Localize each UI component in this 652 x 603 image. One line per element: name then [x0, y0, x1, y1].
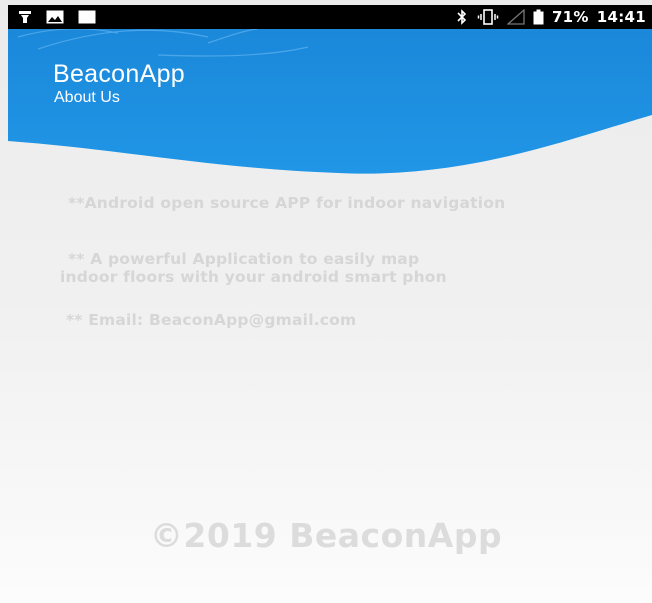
image-icon — [46, 10, 64, 24]
app-title: BeaconApp — [53, 60, 185, 88]
battery-icon — [533, 9, 544, 25]
flashlight-icon — [18, 10, 32, 24]
description-line: **Android open source APP for indoor nav… — [68, 194, 506, 212]
feature-line-part-2: indoor floors with your android smart ph… — [60, 268, 447, 286]
status-bar: 71% 14:41 — [8, 5, 652, 29]
feature-line-part-1: ** A powerful Application to easily map — [68, 250, 420, 268]
vibrate-icon — [477, 9, 499, 25]
about-screen: 71% 14:41 BeaconApp About Us **Android o… — [0, 0, 652, 603]
feature-line: ** A powerful Application to easily map … — [60, 250, 640, 286]
battery-percent: 71% — [551, 8, 589, 26]
window-icon — [78, 10, 96, 24]
clock: 14:41 — [596, 8, 646, 26]
email-line: ** Email: BeaconApp@gmail.com — [66, 311, 357, 329]
bluetooth-icon — [455, 9, 469, 25]
page-subtitle: About Us — [54, 89, 120, 106]
copyright-text: ©2019 BeaconApp — [149, 516, 503, 555]
signal-icon — [506, 9, 525, 25]
